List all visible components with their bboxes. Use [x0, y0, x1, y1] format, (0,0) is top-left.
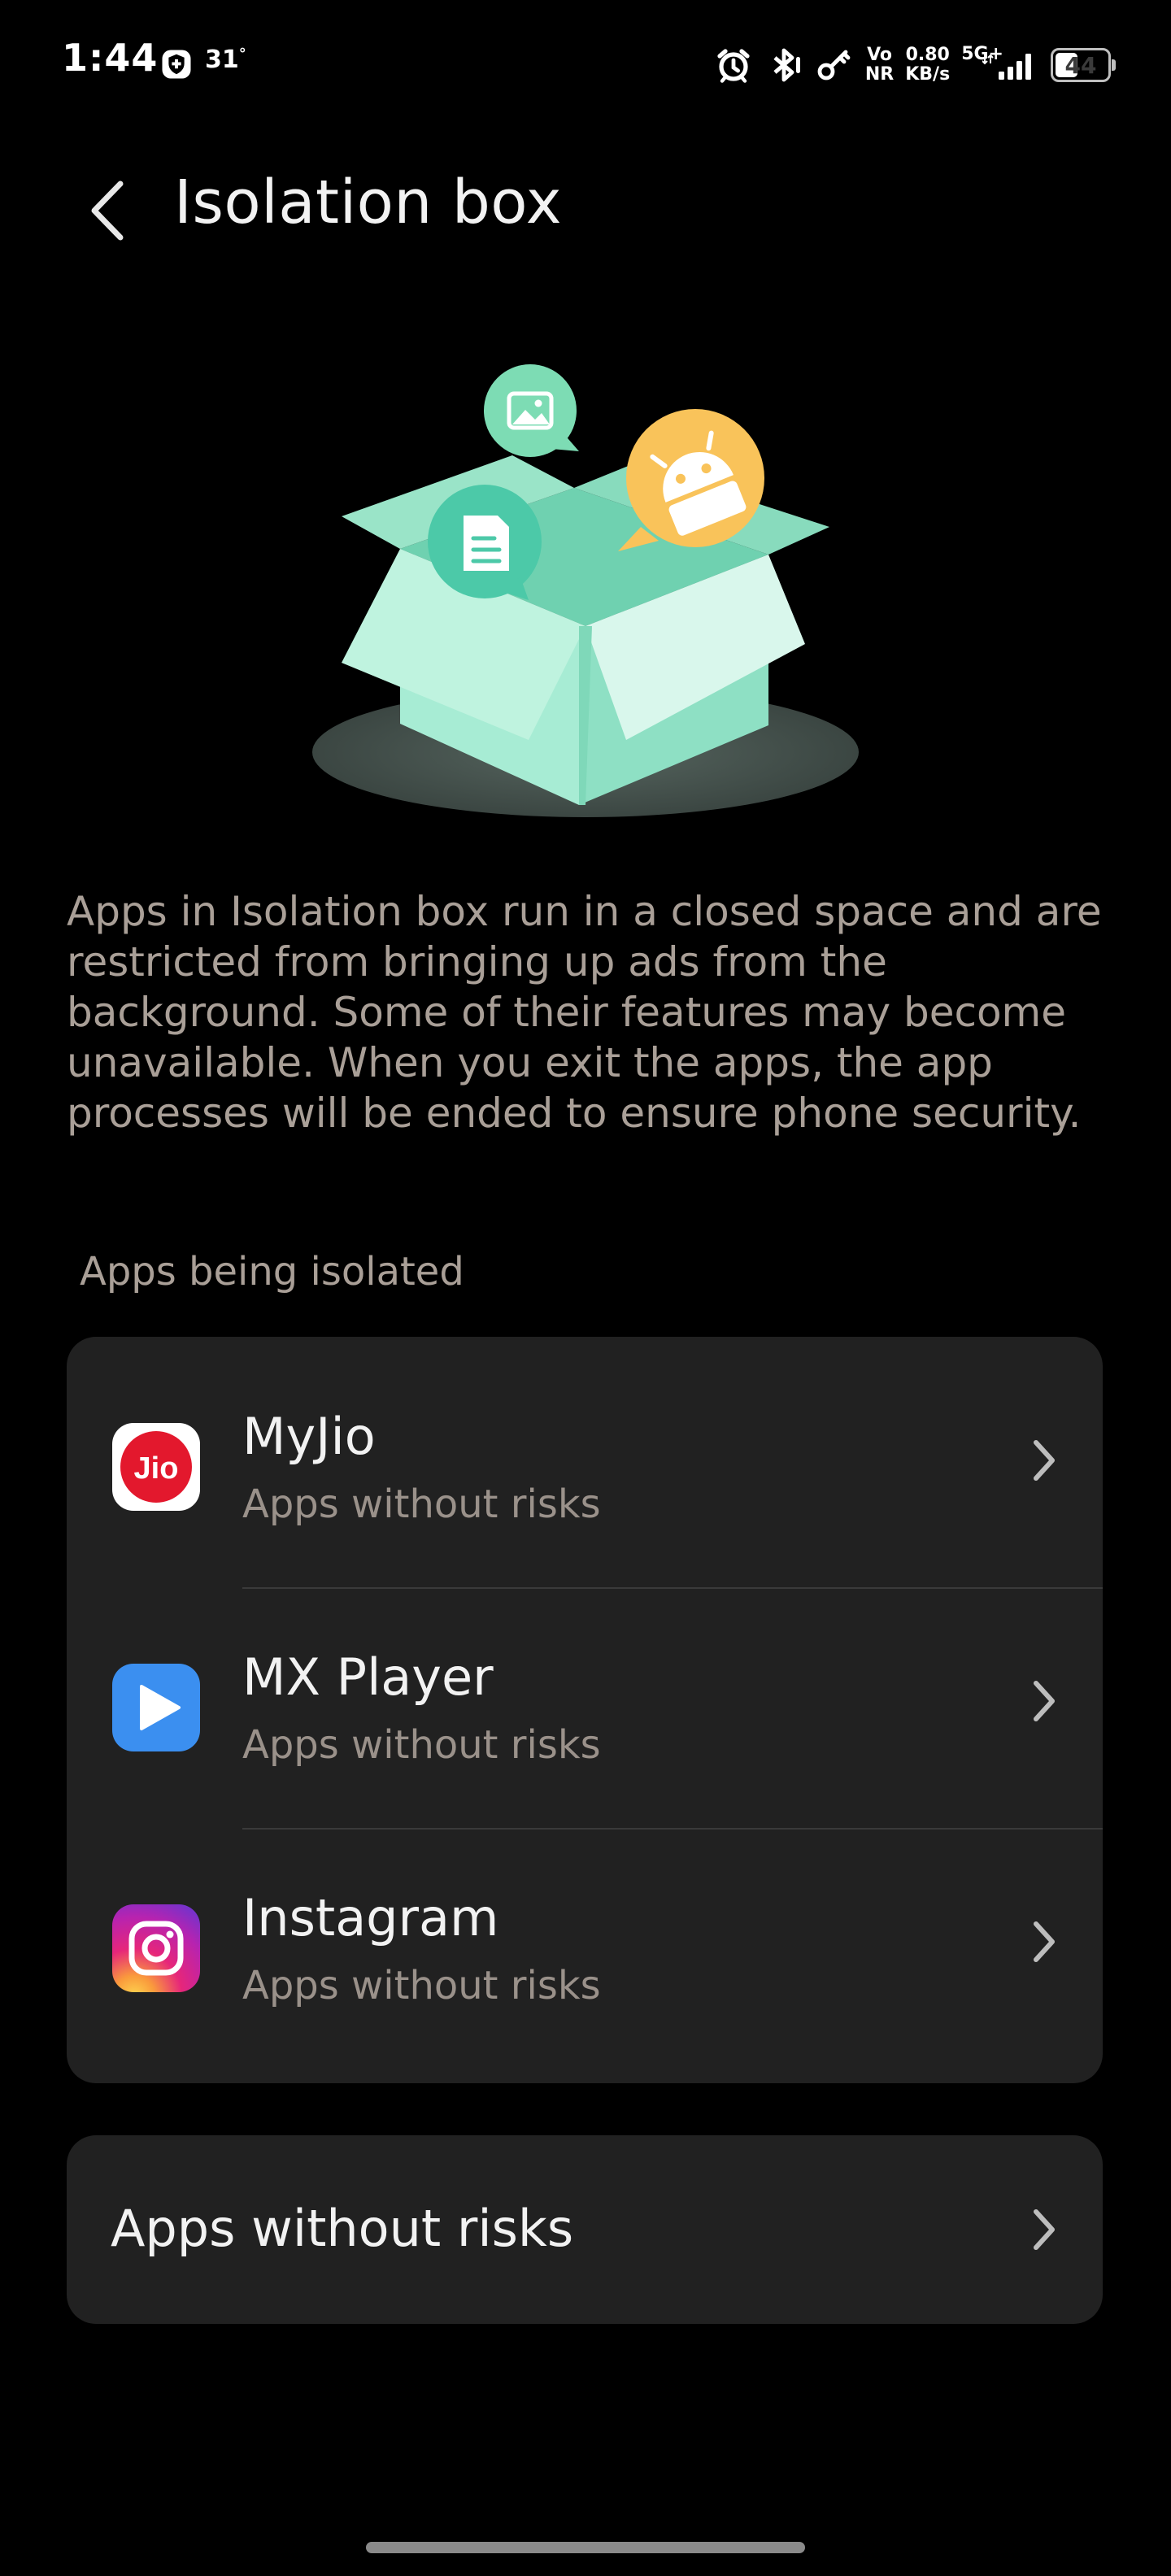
- chevron-right-icon: [1034, 2209, 1055, 2250]
- page-title: Isolation box: [174, 168, 563, 237]
- network-speed: 0.80 KB/s: [905, 46, 950, 85]
- isolation-box-illustration: [312, 364, 859, 817]
- network-type: 5G+: [961, 44, 1003, 64]
- status-time: 1:44: [62, 36, 159, 80]
- alarm-icon: [717, 49, 750, 83]
- app-row-instagram[interactable]: Instagram Apps without risks: [67, 1818, 1103, 2059]
- volte-top: Vo: [867, 45, 893, 65]
- myjio-app-icon: Jio: [112, 1423, 200, 1511]
- app-status: Apps without risks: [242, 1482, 601, 1527]
- back-button[interactable]: [78, 174, 135, 247]
- speed-unit: KB/s: [905, 64, 951, 85]
- chevron-right-icon: [1034, 1921, 1055, 1962]
- chevron-right-icon: [1034, 1440, 1055, 1481]
- isolation-description: Apps in Isolation box run in a closed sp…: [67, 888, 1102, 1137]
- status-icons: Vo NR 0.80 KB/s 5G+ 44: [714, 41, 1116, 89]
- section-title-apps-being-isolated: Apps being isolated: [80, 1249, 464, 1295]
- app-row-mx-player[interactable]: MX Player Apps without risks: [67, 1577, 1103, 1818]
- isolated-apps-list: Jio MyJio Apps without risks MX Player A…: [67, 1337, 1103, 2083]
- temperature-value: 31: [205, 46, 239, 74]
- bluetooth-icon: [773, 48, 800, 82]
- image-bubble-icon: [484, 364, 579, 457]
- mobile-signal: 5G+: [961, 44, 1039, 81]
- battery-icon: 44: [1051, 48, 1116, 82]
- app-row-myjio[interactable]: Jio MyJio Apps without risks: [67, 1337, 1103, 1577]
- apps-without-risks-label: Apps without risks: [111, 2199, 574, 2258]
- status-temperature: 31°: [205, 46, 246, 74]
- vpn-key-icon: [817, 50, 851, 80]
- battery-level: 44: [1064, 51, 1097, 79]
- gesture-navigation-handle[interactable]: [366, 2542, 805, 2553]
- app-status: Apps without risks: [242, 1722, 601, 1768]
- app-status: Apps without risks: [242, 1963, 601, 2008]
- myjio-icon-text: Jio: [134, 1451, 179, 1486]
- volte-bottom: NR: [864, 64, 895, 85]
- mx-player-app-icon: [112, 1664, 200, 1751]
- apps-without-risks-button[interactable]: Apps without risks: [67, 2135, 1103, 2324]
- temperature-unit: °: [238, 46, 246, 63]
- apps-without-risks-card: Apps without risks: [67, 2135, 1103, 2324]
- status-bar: 1:44 31° Vo NR 0.80 KB/s 5G+ 44: [0, 0, 1171, 130]
- app-name: Instagram: [242, 1888, 499, 1947]
- speed-value: 0.80: [905, 45, 950, 65]
- app-name: MX Player: [242, 1647, 494, 1707]
- chevron-right-icon: [1034, 1681, 1055, 1721]
- volte-indicator: Vo NR: [865, 46, 894, 85]
- instagram-app-icon: [112, 1904, 200, 1992]
- chevron-left-icon: [91, 181, 124, 241]
- app-name: MyJio: [242, 1407, 376, 1466]
- shield-icon: [162, 50, 191, 79]
